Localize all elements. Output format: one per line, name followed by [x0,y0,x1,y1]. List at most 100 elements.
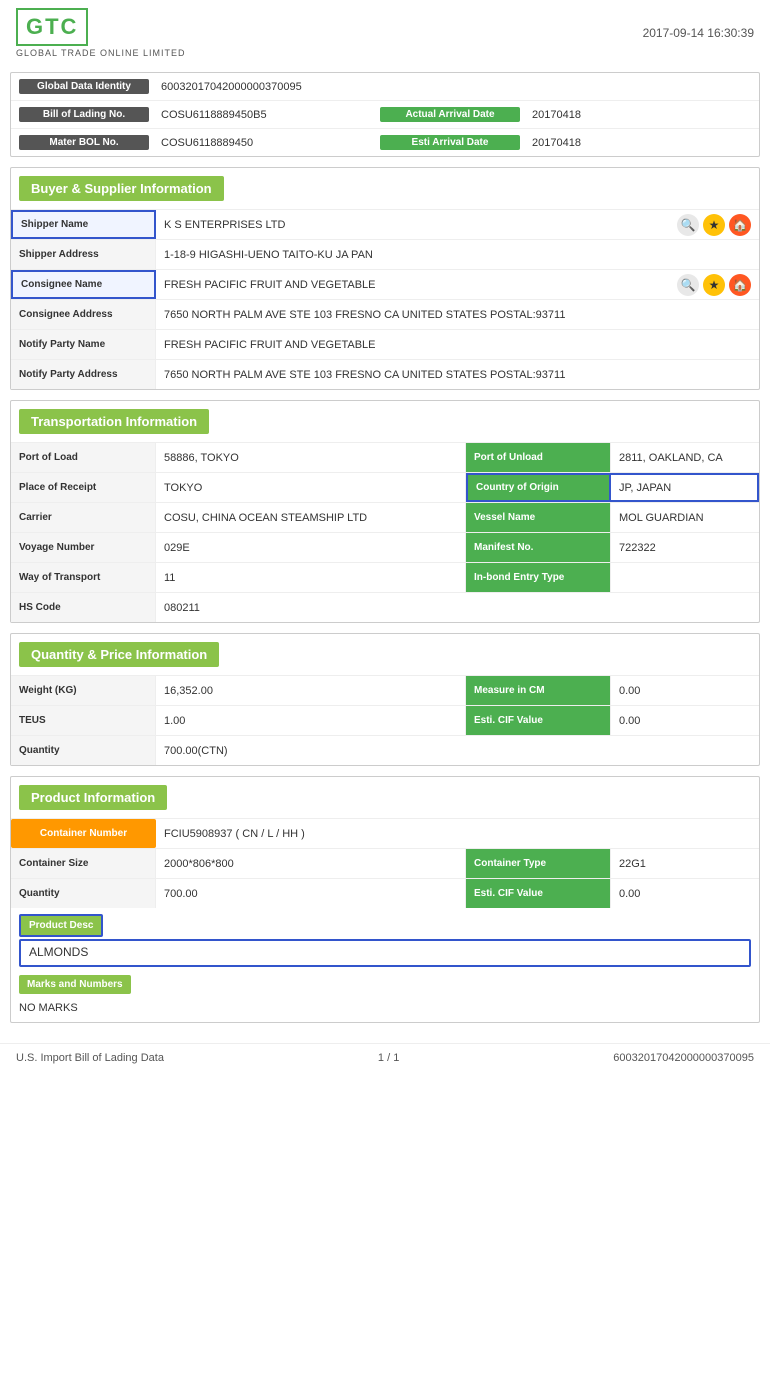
quantity-label: Quantity [11,736,156,765]
port-load-row: Port of Load 58886, TOKYO Port of Unload… [11,442,759,472]
bill-of-lading-value: COSU6118889450B5 [149,109,380,121]
consignee-address-row: Consignee Address 7650 NORTH PALM AVE ST… [11,299,759,329]
in-bond-entry-value [611,563,759,592]
container-size-row: Container Size 2000*806*800 Container Ty… [11,848,759,878]
weight-kg-value: 16,352.00 [156,676,465,705]
notify-party-address-value: 7650 NORTH PALM AVE STE 103 FRESNO CA UN… [156,360,759,389]
page-header: GTC GLOBAL TRADE ONLINE LIMITED 2017-09-… [0,0,770,66]
container-type-right: Container Type 22G1 [465,849,759,878]
notify-party-name-row: Notify Party Name FRESH PACIFIC FRUIT AN… [11,329,759,359]
measure-in-cm-value: 0.00 [611,676,759,705]
consignee-star-icon[interactable]: ★ [703,274,725,296]
home-icon[interactable]: 🏠 [729,214,751,236]
global-data-identity-value: 60032017042000000370095 [149,81,751,93]
marks-numbers-label: Marks and Numbers [19,975,131,994]
way-of-transport-value: 11 [156,563,465,592]
carrier-label: Carrier [11,503,156,532]
timestamp: 2017-09-14 16:30:39 [643,26,754,40]
logo-box: GTC [16,8,88,46]
notify-party-name-label: Notify Party Name [11,330,156,359]
esti-arrival-date-label: Esti Arrival Date [380,135,520,150]
global-data-identity-row: Global Data Identity 6003201704200000037… [11,73,759,101]
port-of-unload-value: 2811, OAKLAND, CA [611,443,759,472]
hs-code-value: 080211 [156,593,759,622]
page-footer: U.S. Import Bill of Lading Data 1 / 1 60… [0,1043,770,1072]
product-info-title: Product Information [19,785,167,810]
star-icon[interactable]: ★ [703,214,725,236]
actual-arrival-date-value: 20170418 [520,109,751,121]
consignee-address-value: 7650 NORTH PALM AVE STE 103 FRESNO CA UN… [156,300,759,329]
vessel-name-value: MOL GUARDIAN [611,503,759,532]
shipper-name-row: Shipper Name K S ENTERPRISES LTD 🔍 ★ 🏠 [11,209,759,239]
product-quantity-label: Quantity [11,879,156,908]
container-size-value: 2000*806*800 [156,849,465,878]
port-of-load-label: Port of Load [11,443,156,472]
hs-code-label: HS Code [11,593,156,622]
search-icon[interactable]: 🔍 [677,214,699,236]
quantity-price-card: Quantity & Price Information Weight (KG)… [10,633,760,766]
product-desc-value: ALMONDS [19,939,751,967]
consignee-home-icon[interactable]: 🏠 [729,274,751,296]
carrier-row: Carrier COSU, CHINA OCEAN STEAMSHIP LTD … [11,502,759,532]
product-esti-cif-value: 0.00 [611,879,759,908]
manifest-no-value: 722322 [611,533,759,562]
consignee-icons: 🔍 ★ 🏠 [677,270,759,299]
logo-sub: GLOBAL TRADE ONLINE LIMITED [16,48,186,58]
shipper-name-value: K S ENTERPRISES LTD [156,210,677,239]
measure-right: Measure in CM 0.00 [465,676,759,705]
buyer-supplier-title: Buyer & Supplier Information [19,176,224,201]
product-quantity-row: Quantity 700.00 Esti. CIF Value 0.00 [11,878,759,908]
in-bond-entry-right: In-bond Entry Type [465,563,759,592]
quantity-value: 700.00(CTN) [156,736,759,765]
teus-row: TEUS 1.00 Esti. CIF Value 0.00 [11,705,759,735]
port-of-unload-right: Port of Unload 2811, OAKLAND, CA [465,443,759,472]
esti-arrival-date-value: 20170418 [520,137,751,149]
country-of-origin-value: JP, JAPAN [611,473,759,502]
consignee-name-value: FRESH PACIFIC FRUIT AND VEGETABLE [156,270,677,299]
container-number-label: Container Number [11,819,156,848]
container-number-row: Container Number FCIU5908937 ( CN / L / … [11,818,759,848]
manifest-no-label: Manifest No. [466,533,611,562]
port-of-load-value: 58886, TOKYO [156,443,465,472]
shipper-icons: 🔍 ★ 🏠 [677,210,759,239]
teus-value: 1.00 [156,706,465,735]
footer-left: U.S. Import Bill of Lading Data [16,1052,164,1064]
main-content: Global Data Identity 6003201704200000037… [0,66,770,1039]
voyage-number-value: 029E [156,533,465,562]
notify-party-name-value: FRESH PACIFIC FRUIT AND VEGETABLE [156,330,759,359]
consignee-address-label: Consignee Address [11,300,156,329]
voyage-number-label: Voyage Number [11,533,156,562]
quantity-price-title: Quantity & Price Information [19,642,219,667]
carrier-value: COSU, CHINA OCEAN STEAMSHIP LTD [156,503,465,532]
consignee-name-row: Consignee Name FRESH PACIFIC FRUIT AND V… [11,269,759,299]
product-desc-label: Product Desc [19,914,103,937]
product-info-card: Product Information Container Number FCI… [10,776,760,1023]
shipper-address-value: 1-18-9 HIGASHI-UENO TAITO-KU JA PAN [156,240,759,269]
voyage-number-row: Voyage Number 029E Manifest No. 722322 [11,532,759,562]
logo-area: GTC GLOBAL TRADE ONLINE LIMITED [16,8,186,58]
quantity-row: Quantity 700.00(CTN) [11,735,759,765]
top-info-card: Global Data Identity 6003201704200000037… [10,72,760,157]
esti-cif-right: Esti. CIF Value 0.00 [465,706,759,735]
country-of-origin-label: Country of Origin [466,473,611,502]
container-number-value: FCIU5908937 ( CN / L / HH ) [156,819,759,848]
weight-kg-label: Weight (KG) [11,676,156,705]
footer-right: 60032017042000000370095 [613,1052,754,1064]
buyer-supplier-card: Buyer & Supplier Information Shipper Nam… [10,167,760,390]
vessel-name-right: Vessel Name MOL GUARDIAN [465,503,759,532]
in-bond-entry-label: In-bond Entry Type [466,563,611,592]
place-of-receipt-label: Place of Receipt [11,473,156,502]
way-of-transport-row: Way of Transport 11 In-bond Entry Type [11,562,759,592]
consignee-search-icon[interactable]: 🔍 [677,274,699,296]
product-esti-cif-label: Esti. CIF Value [466,879,611,908]
actual-arrival-date-label: Actual Arrival Date [380,107,520,122]
shipper-name-label: Shipper Name [11,210,156,239]
master-bol-row: Mater BOL No. COSU6118889450 Esti Arriva… [11,129,759,156]
logo-main: GTC [26,14,78,40]
vessel-name-label: Vessel Name [466,503,611,532]
transportation-card: Transportation Information Port of Load … [10,400,760,623]
esti-cif-value-label: Esti. CIF Value [466,706,611,735]
transportation-title: Transportation Information [19,409,209,434]
bill-of-lading-row: Bill of Lading No. COSU6118889450B5 Actu… [11,101,759,129]
country-of-origin-right: Country of Origin JP, JAPAN [465,473,759,502]
